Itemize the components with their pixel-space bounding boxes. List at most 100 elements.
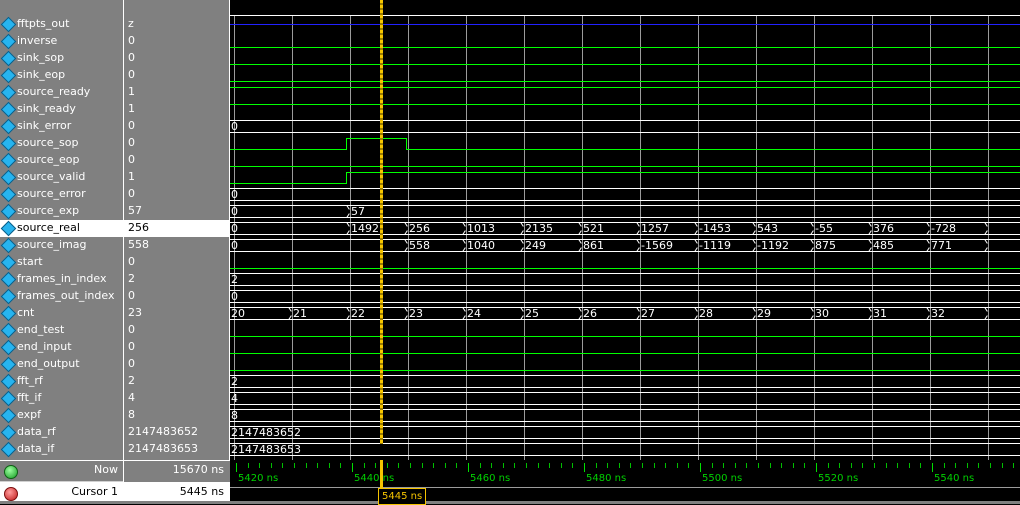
waveform-row[interactable]: 2147483653 (230, 441, 1020, 458)
waveform-row[interactable]: 0 (230, 186, 1020, 203)
waveform-row[interactable] (230, 101, 1020, 118)
waveform-row[interactable] (230, 84, 1020, 101)
signal-row[interactable]: source_eop 0 (0, 152, 230, 169)
signal-row[interactable]: frames_out_index 0 (0, 288, 230, 305)
ruler-major-tick (468, 463, 469, 472)
signal-row[interactable]: end_output 0 (0, 356, 230, 373)
ruler-minor-tick (723, 463, 725, 468)
waveform-row[interactable] (230, 339, 1020, 356)
signal-row[interactable]: fft_if 4 (0, 390, 230, 407)
waveform-row[interactable]: 0 558 1040 249 861 -1569 -1119 -1192 875 485 771 (230, 237, 1020, 254)
ruler-minor-tick (897, 463, 899, 468)
ruler-minor-tick (363, 463, 365, 468)
signal-row[interactable]: end_input 0 (0, 339, 230, 356)
signal-row[interactable]: start 0 (0, 254, 230, 271)
wave-top-strip (230, 0, 1020, 15)
ruler-minor-tick (874, 463, 875, 468)
signal-row[interactable]: source_error 0 (0, 186, 230, 203)
signal-row[interactable]: inverse 0 (0, 33, 230, 50)
ruler-minor-tick (804, 463, 806, 468)
waveform-row[interactable]: 0 57 (230, 203, 1020, 220)
signal-row[interactable]: source_sop 0 (0, 135, 230, 152)
signal-type-icon (0, 67, 17, 84)
ruler-major-tick (700, 463, 701, 472)
ruler-minor-tick (734, 463, 736, 468)
signal-name: source_ready (17, 85, 91, 98)
now-row[interactable]: Now 15670 ns (0, 460, 230, 482)
ruler-minor-tick (572, 463, 574, 468)
signal-row[interactable]: source_imag 558 (0, 237, 230, 254)
signal-type-icon (0, 407, 17, 424)
waveform-row[interactable] (230, 322, 1020, 339)
waveform-row[interactable] (230, 50, 1020, 67)
ruler-minor-tick (642, 463, 643, 468)
waveform-row[interactable] (230, 135, 1020, 152)
waveform-row[interactable]: 4 (230, 390, 1020, 407)
bus-value-label: 1040 (467, 239, 495, 252)
bus-value-label: 521 (583, 222, 604, 235)
signal-name: source_real (17, 221, 80, 234)
cursor-1-line[interactable] (380, 0, 383, 444)
waveform-row[interactable]: 0 (230, 118, 1020, 135)
signal-row[interactable]: data_if 2147483653 (0, 441, 230, 458)
waveform-trace (230, 370, 1020, 371)
ruler-time-label: 5500 ns (702, 473, 743, 484)
signal-row[interactable]: source_exp 57 (0, 203, 230, 220)
cursor-marker-icon[interactable] (4, 487, 18, 501)
wave-viewer-window: Msgs fftpts_outzinverse0sink_sop0sink_eo… (0, 0, 1020, 505)
signal-row[interactable]: data_rf 2147483652 (0, 424, 230, 441)
timeline-ruler[interactable]: 5420 ns 5440 ns 5460 ns 5480 ns 5500 ns 5520 … (230, 460, 1020, 505)
signal-row[interactable]: sink_ready 1 (0, 101, 230, 118)
waveform-row[interactable]: 2 (230, 373, 1020, 390)
waveform-row[interactable] (230, 33, 1020, 50)
ruler-minor-tick (537, 463, 539, 468)
waveform-row[interactable]: 2 (230, 271, 1020, 288)
waveform-row[interactable] (230, 16, 1020, 33)
signal-name: frames_out_index (17, 289, 115, 302)
signal-row[interactable]: frames_in_index 2 (0, 271, 230, 288)
waveform-row[interactable]: 2147483652 (230, 424, 1020, 441)
waveform-trace (346, 172, 347, 184)
signal-row[interactable]: cnt 23 (0, 305, 230, 322)
cursor-1-flag[interactable]: 5445 ns (378, 488, 427, 505)
status-column-divider (123, 460, 124, 504)
waveform-row[interactable]: 0 (230, 288, 1020, 305)
bus-waveform: 0 (230, 188, 1020, 201)
bus-waveform: 2147483653 (230, 443, 1020, 456)
waveform-trace (230, 268, 1020, 269)
ruler-minor-tick (259, 463, 261, 468)
bus-value-label: 249 (525, 239, 546, 252)
signal-row[interactable]: fftpts_out z (0, 16, 230, 33)
waveform-row[interactable] (230, 254, 1020, 271)
ruler-minor-tick (433, 463, 435, 468)
waveform-row[interactable]: 20 21 22 23 24 25 26 27 28 29 30 31 32 (230, 305, 1020, 322)
waveform-trace (230, 183, 346, 184)
waveform-canvas[interactable]: 0 0 0 57 0 1492 256 1013 2135 521 1257 -1453 543 -55 3… (230, 16, 1020, 460)
bus-waveform: 0 (230, 120, 1020, 133)
waveform-row[interactable] (230, 152, 1020, 169)
signal-row[interactable]: sink_sop 0 (0, 50, 230, 67)
bus-value-label: 0 (231, 290, 238, 303)
ruler-time-label: 5460 ns (470, 473, 511, 484)
waveform-row[interactable] (230, 169, 1020, 186)
waveform-row[interactable] (230, 67, 1020, 84)
waveform-row[interactable]: 8 (230, 407, 1020, 424)
signal-row[interactable]: sink_error 0 (0, 118, 230, 135)
waveform-trace (230, 81, 1020, 82)
signal-row[interactable]: source_valid 1 (0, 169, 230, 186)
ruler-minor-tick (1001, 463, 1003, 468)
waveform-row[interactable]: 0 1492 256 1013 2135 521 1257 -1453 543 -55 376 -72… (230, 220, 1020, 237)
signal-type-icon (0, 356, 17, 373)
ruler-time-label: 5440 ns (354, 473, 395, 484)
signal-row[interactable]: end_test 0 (0, 322, 230, 339)
signal-row[interactable]: expf 8 (0, 407, 230, 424)
ruler-major-tick (816, 463, 817, 472)
ruler-minor-tick (676, 463, 678, 468)
signal-row[interactable]: fft_rf 2 (0, 373, 230, 390)
signal-name: data_rf (17, 425, 56, 438)
waveform-row[interactable] (230, 356, 1020, 373)
signal-row[interactable]: sink_eop 0 (0, 67, 230, 84)
ruler-minor-tick (282, 463, 284, 468)
signal-row[interactable]: source_real 256 (0, 220, 230, 237)
signal-row[interactable]: source_ready 1 (0, 84, 230, 101)
